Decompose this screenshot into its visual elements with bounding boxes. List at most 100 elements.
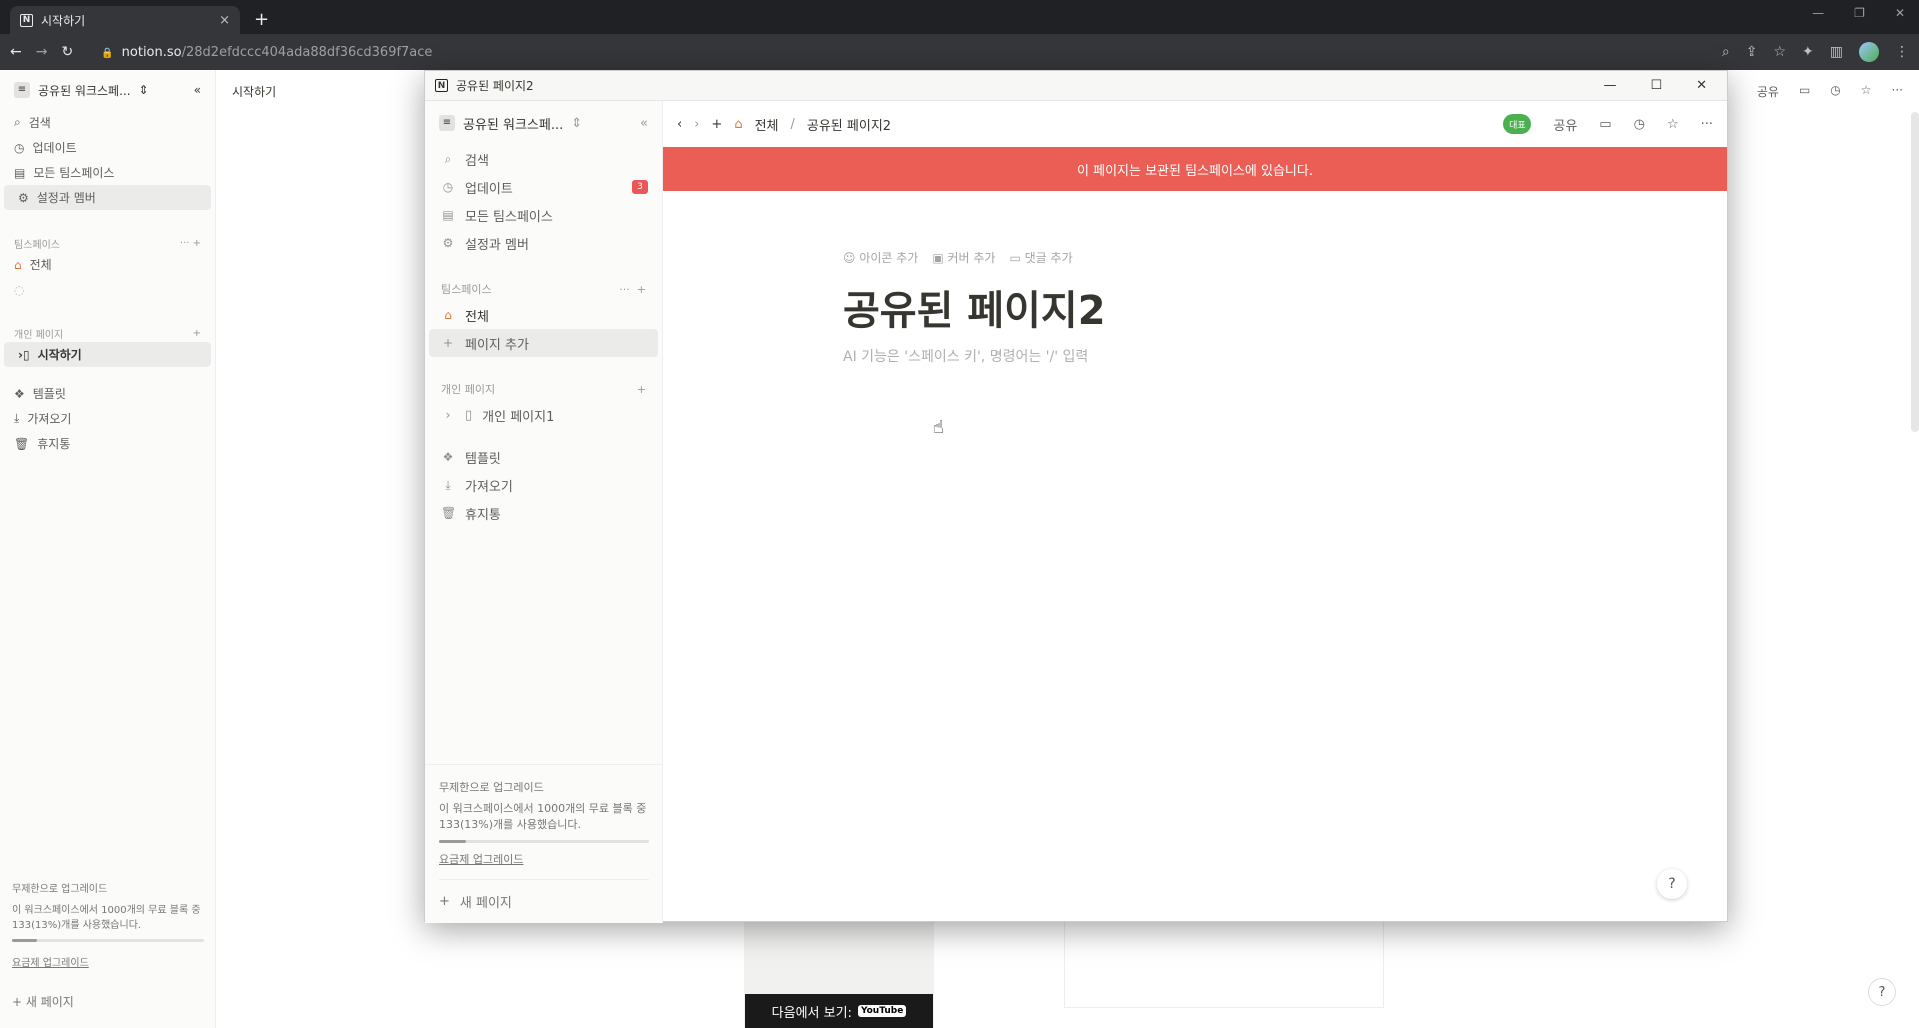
bookmark-star-icon[interactable]: ☆ xyxy=(1773,44,1786,60)
avatar[interactable]: 대표 xyxy=(1503,114,1532,134)
youtube-watch-bar[interactable]: 다음에서 보기: YouTube xyxy=(745,994,933,1028)
bg-nav-teamspaces[interactable]: ▤ 모든 팀스페이스 xyxy=(0,160,215,185)
item-label: 휴지통 xyxy=(465,507,501,523)
private-page-item[interactable]: › ▯ 개인 페이지1 xyxy=(425,401,662,429)
bg-templates[interactable]: ❖ 템플릿 xyxy=(0,381,215,406)
forward-icon[interactable]: › xyxy=(694,117,699,132)
comment-icon[interactable]: ▭ xyxy=(1799,83,1810,100)
add-cover-button[interactable]: ▣ 커버 추가 xyxy=(932,249,995,266)
share-page-icon[interactable]: ⇪ xyxy=(1746,44,1758,60)
bg-nav-label: 검색 xyxy=(28,116,51,130)
more-icon[interactable]: ··· xyxy=(619,283,630,296)
new-page-plus-icon[interactable]: + xyxy=(711,117,722,132)
add-page-button[interactable]: + 페이지 추가 xyxy=(429,329,658,357)
templates-icon: ❖ xyxy=(442,450,454,464)
youtube-text: 다음에서 보기: xyxy=(771,1005,852,1021)
new-page-button[interactable]: + 새 페이지 xyxy=(439,879,649,923)
item-label: 가져오기 xyxy=(465,479,513,495)
bg-nav-updates[interactable]: ◷ 업데이트 xyxy=(0,135,215,160)
home-icon: ⌂ xyxy=(14,257,22,272)
add-icon-label: 아이콘 추가 xyxy=(859,251,919,265)
minimize-icon[interactable]: — xyxy=(1812,6,1824,20)
workspace-switcher[interactable]: ≡ 공유된 워크스페... ⇕ « xyxy=(425,101,662,145)
editor-placeholder[interactable]: AI 기능은 '스페이스 키', 명령어는 '/' 입력 xyxy=(843,346,1106,366)
archived-banner: 이 페이지는 보관된 팀스페이스에 있습니다. xyxy=(663,147,1727,191)
workspace-name: 공유된 워크스페... xyxy=(463,117,564,133)
breadcrumb-current[interactable]: 공유된 페이지2 xyxy=(807,115,891,134)
bg-workspace-switcher[interactable]: ≡ 공유된 워크스페... ⇕ « xyxy=(0,70,215,110)
upgrade-link[interactable]: 요금제 업그레이드 xyxy=(439,851,649,867)
more-plus-icons[interactable]: ··· + xyxy=(180,238,201,249)
minimize-icon[interactable]: — xyxy=(1603,78,1616,93)
zoom-icon[interactable]: ⌕ xyxy=(1722,44,1730,60)
close-window-icon[interactable]: ✕ xyxy=(1895,6,1905,20)
chevron-right-icon[interactable]: › xyxy=(441,408,455,422)
collapse-sidebar-icon[interactable]: « xyxy=(640,116,648,131)
favorite-star-icon[interactable]: ☆ xyxy=(1667,117,1679,132)
bg-teamspace-item[interactable]: ⌂ 전체 xyxy=(0,252,215,277)
share-button[interactable]: 공유 xyxy=(1553,115,1577,134)
bg-share-button[interactable]: 공유 xyxy=(1757,83,1779,100)
more-icon[interactable]: ··· xyxy=(1701,117,1713,132)
plus-icon: + xyxy=(442,336,454,350)
add-comment-button[interactable]: ▭ 댓글 추가 xyxy=(1009,249,1072,266)
new-tab-button[interactable]: + xyxy=(254,9,269,30)
bg-trash[interactable]: 🗑 휴지통 xyxy=(0,431,215,456)
plus-icon[interactable]: + xyxy=(193,328,201,339)
popup-window-title: 공유된 페이지2 xyxy=(456,79,534,93)
reload-icon[interactable]: ↻ xyxy=(61,44,73,60)
menu-icon[interactable]: ⋮ xyxy=(1895,44,1909,60)
help-button[interactable]: ? xyxy=(1657,869,1687,899)
restore-icon[interactable]: ❐ xyxy=(1854,6,1865,20)
bg-import[interactable]: ⤓ 가져오기 xyxy=(0,406,215,431)
sidepanel-icon[interactable]: ▥ xyxy=(1830,44,1843,60)
templates-item[interactable]: ❖ 템플릿 xyxy=(425,443,662,471)
plus-icon[interactable]: + xyxy=(637,383,646,396)
upgrade-desc: 이 워크스페이스에서 1000개의 무료 블록 중 133(13%)개를 사용했… xyxy=(439,802,647,831)
nav-settings[interactable]: ⚙ 설정과 멤버 xyxy=(425,229,662,257)
bg-new-page[interactable]: + 새 페이지 xyxy=(12,993,204,1010)
trash-item[interactable]: 🗑 휴지통 xyxy=(425,499,662,527)
favorite-star-icon[interactable]: ☆ xyxy=(1861,83,1872,100)
bg-private-item[interactable]: ›▯ 시작하기 xyxy=(4,342,211,367)
teamspace-item-all[interactable]: ⌂ 전체 xyxy=(425,301,662,329)
page-scrollbar[interactable] xyxy=(1911,112,1919,432)
add-cover-label: 커버 추가 xyxy=(947,251,996,265)
page-title[interactable]: 공유된 페이지2 xyxy=(843,278,1106,336)
gear-icon: ⚙ xyxy=(18,190,29,205)
plus-icon[interactable]: + xyxy=(637,283,646,296)
history-icon[interactable]: ◷ xyxy=(1830,83,1840,100)
profile-avatar[interactable] xyxy=(1859,42,1879,62)
extensions-icon[interactable]: ✦ xyxy=(1802,44,1814,60)
tab-close-icon[interactable]: × xyxy=(219,13,230,28)
back-icon[interactable]: ‹ xyxy=(677,117,682,132)
maximize-icon[interactable]: ☐ xyxy=(1650,78,1662,93)
breadcrumb-parent[interactable]: 전체 xyxy=(755,115,779,134)
url-field[interactable]: 🔒 notion.so/28d2efdccc404ada88df36cd369f7… xyxy=(101,45,432,60)
back-icon[interactable]: ← xyxy=(10,44,22,60)
import-item[interactable]: ⤓ 가져오기 xyxy=(425,471,662,499)
history-icon[interactable]: ◷ xyxy=(1634,117,1645,132)
bg-section-label: 팀스페이스 xyxy=(14,239,60,251)
bg-nav-search[interactable]: ⌕ 검색 xyxy=(0,110,215,135)
add-icon-button[interactable]: ☺ 아이콘 추가 xyxy=(843,249,918,266)
browser-tab[interactable]: N 시작하기 × xyxy=(10,6,240,34)
close-icon[interactable]: ✕ xyxy=(1696,78,1707,93)
bg-upgrade-link[interactable]: 요금제 업그레이드 xyxy=(12,954,204,969)
nav-all-teamspaces[interactable]: ▤ 모든 팀스페이스 xyxy=(425,201,662,229)
forward-icon[interactable]: → xyxy=(36,44,48,60)
bg-nav-settings[interactable]: ⚙ 설정과 멤버 xyxy=(4,185,211,210)
nav-search[interactable]: ⌕ 검색 xyxy=(425,145,662,173)
url-host: notion.so xyxy=(121,44,182,60)
bg-help-button[interactable]: ? xyxy=(1868,978,1896,1006)
tab-title: 시작하기 xyxy=(41,13,86,28)
page-icon: ›▯ xyxy=(18,347,30,362)
comment-icon[interactable]: ▭ xyxy=(1599,117,1611,132)
nav-updates[interactable]: ◷ 업데이트 3 xyxy=(425,173,662,201)
more-icon[interactable]: ··· xyxy=(1892,83,1903,100)
gear-icon: ⚙ xyxy=(442,236,454,250)
nav-label: 검색 xyxy=(465,153,489,169)
nav-label: 업데이트 xyxy=(465,181,513,197)
collapse-sidebar-icon[interactable]: « xyxy=(194,83,201,97)
popup-titlebar: N 공유된 페이지2 — ☐ ✕ xyxy=(425,71,1727,101)
